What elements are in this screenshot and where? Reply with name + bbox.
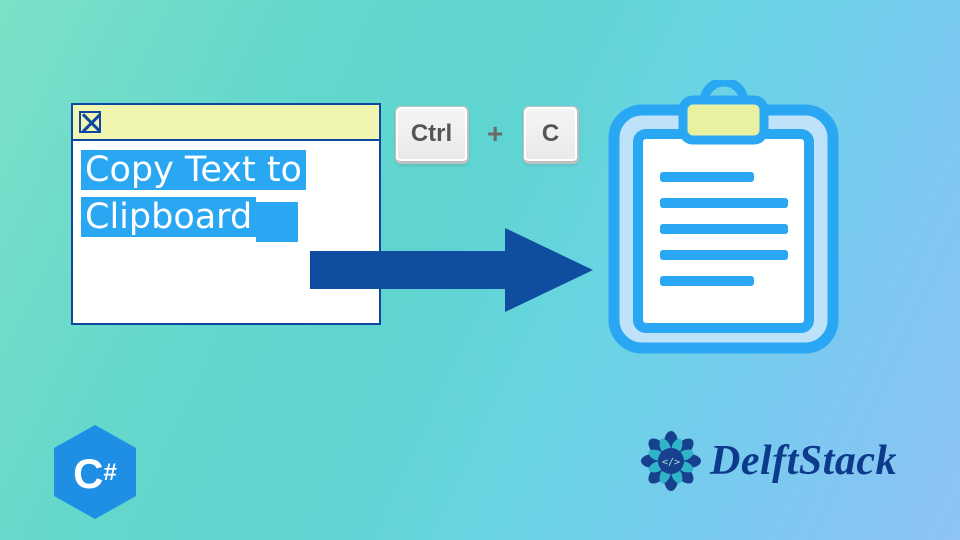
highlighted-text-line-1: Copy Text to: [81, 150, 306, 190]
window-titlebar: [73, 105, 379, 141]
brand-mark-icon: </>: [638, 428, 704, 494]
key-ctrl-label: Ctrl: [411, 120, 452, 148]
plus-icon: +: [487, 118, 503, 150]
key-c-label: C: [542, 120, 559, 148]
key-ctrl: Ctrl: [395, 106, 469, 164]
svg-text:</>: </>: [662, 457, 680, 468]
clipboard-icon: [600, 80, 847, 358]
key-c: C: [523, 106, 579, 164]
close-icon[interactable]: [79, 111, 101, 133]
highlighted-text-line-2: Clipboard: [81, 197, 256, 237]
selection-trailing: [256, 202, 298, 242]
brand-logo: </> DelftStack: [638, 428, 897, 494]
brand-name: DelftStack: [710, 437, 897, 485]
csharp-badge: C#: [52, 423, 138, 521]
arrow-icon: [310, 225, 595, 315]
